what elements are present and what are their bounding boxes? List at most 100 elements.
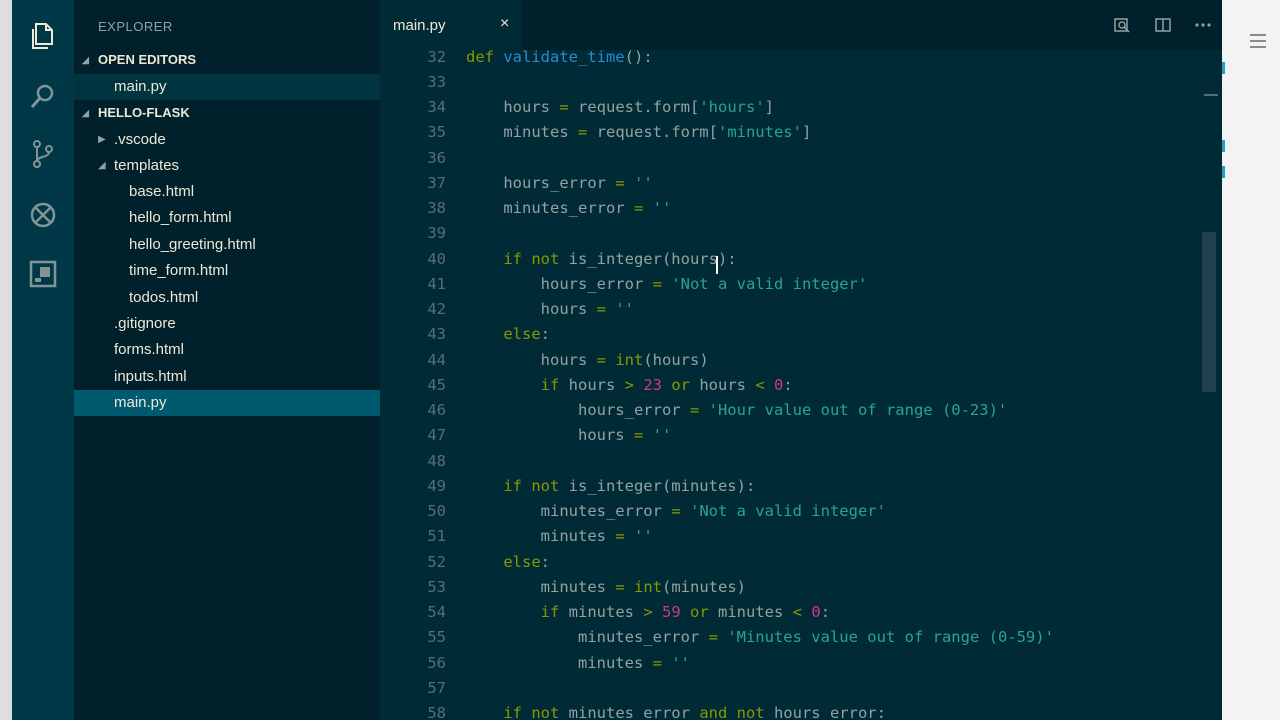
code-line[interactable]: 49 if not is_integer(minutes): <box>380 474 1222 499</box>
code-line[interactable]: 55 minutes_error = 'Minutes value out of… <box>380 625 1222 650</box>
code-text: hours = '' <box>466 423 671 448</box>
source-control-icon[interactable] <box>27 138 59 170</box>
code-token: or <box>680 603 718 621</box>
code-token: hours <box>466 350 597 369</box>
code-line[interactable]: 58 if not minutes_error and not hours_er… <box>380 701 1222 720</box>
code-token: hours <box>466 426 634 445</box>
code-line[interactable]: 34 hours = request.form['hours'] <box>380 95 1222 120</box>
code-line[interactable]: 42 hours = '' <box>380 297 1222 322</box>
project-header[interactable]: ◢ HELLO-FLASK <box>74 102 380 124</box>
code-editor[interactable]: 32 def validate_time(): 33 34 hours = reque… <box>380 48 1222 720</box>
code-line[interactable]: 43 else: <box>380 322 1222 347</box>
code-line[interactable]: 37 hours_error = '' <box>380 171 1222 196</box>
code-line[interactable]: 32 def validate_time(): <box>380 45 1222 70</box>
background-marker <box>1222 166 1225 178</box>
vscode-window: EXPLORER ◢ OPEN EDITORS main.py ◢ HELLO-… <box>12 0 1222 720</box>
close-icon[interactable]: × <box>500 15 509 33</box>
code-line[interactable]: 44 hours = int(hours) <box>380 348 1222 373</box>
code-token: or <box>662 375 700 394</box>
code-line[interactable]: 47 hours = '' <box>380 423 1222 448</box>
debug-icon[interactable] <box>27 199 59 231</box>
code-token: > <box>643 603 653 621</box>
tree-item-vscode[interactable]: ▶ .vscode <box>74 127 380 153</box>
code-text: minutes = int(minutes) <box>466 575 746 600</box>
code-line[interactable]: 40 if not is_integer(hours): <box>380 247 1222 272</box>
code-token: minutes <box>466 653 653 672</box>
background-marker <box>1222 140 1225 152</box>
line-number: 45 <box>427 375 446 394</box>
code-line[interactable]: 38 minutes_error = '' <box>380 196 1222 221</box>
code-line[interactable]: 41 hours_error = 'Not a valid integer' <box>380 272 1222 297</box>
tree-item-forms-html[interactable]: forms.html <box>74 337 380 363</box>
tree-item-label: inputs.html <box>114 368 187 385</box>
tree-item-hello-greeting-html[interactable]: hello_greeting.html <box>74 232 380 258</box>
open-editor-item[interactable]: main.py <box>74 74 380 100</box>
code-text: else: <box>466 550 550 575</box>
tree-item-inputs-html[interactable]: inputs.html <box>74 364 380 390</box>
editor-scrollbar[interactable] <box>1202 232 1216 392</box>
code-line[interactable]: 45 if hours > 23 or hours < 0: <box>380 373 1222 398</box>
line-number: 46 <box>427 401 446 419</box>
more-actions-icon[interactable] <box>1194 16 1212 39</box>
code-line[interactable]: 52 else: <box>380 550 1222 575</box>
code-token: (): <box>624 47 653 66</box>
code-line[interactable]: 51 minutes = '' <box>380 524 1222 549</box>
explorer-sidebar: EXPLORER ◢ OPEN EDITORS main.py ◢ HELLO-… <box>74 0 380 720</box>
code-token: 0 <box>774 375 784 394</box>
code-token: hours <box>568 375 625 394</box>
tree-item-label: .gitignore <box>114 315 176 332</box>
code-line[interactable]: 53 minutes = int(minutes) <box>380 575 1222 600</box>
tree-item-hello-form-html[interactable]: hello_form.html <box>74 205 380 231</box>
code-line[interactable]: 56 minutes = '' <box>380 651 1222 676</box>
open-editors-header[interactable]: ◢ OPEN EDITORS <box>74 49 380 71</box>
tree-item-gitignore[interactable]: .gitignore <box>74 311 380 337</box>
tree-item-templates[interactable]: ◢ templates <box>74 153 380 179</box>
code-line[interactable]: 33 <box>380 70 1222 95</box>
code-line[interactable]: 35 minutes = request.form['minutes'] <box>380 120 1222 145</box>
code-line[interactable]: 39 <box>380 221 1222 246</box>
line-number: 50 <box>427 502 446 520</box>
files-icon[interactable] <box>27 20 59 52</box>
open-editor-label: main.py <box>114 78 167 95</box>
code-token: hours <box>466 98 560 116</box>
code-token: request.form[ <box>587 123 718 142</box>
tree-item-todos-html[interactable]: todos.html <box>74 285 380 311</box>
line-number: 37 <box>427 173 446 192</box>
open-preview-icon[interactable] <box>1113 16 1131 39</box>
tree-item-label: time_form.html <box>129 262 229 279</box>
code-line[interactable]: 57 <box>380 676 1222 701</box>
hamburger-menu-icon <box>1250 34 1266 48</box>
code-token: hours_error <box>466 274 653 293</box>
code-text: minutes = '' <box>466 524 653 549</box>
tree-item-label: .vscode <box>114 131 166 148</box>
code-line[interactable]: 54 if minutes > 59 or minutes < 0: <box>380 600 1222 625</box>
code-text: minutes_error = 'Not a valid integer' <box>466 499 886 524</box>
code-token: (hours) <box>643 350 709 369</box>
code-token: if <box>466 375 569 394</box>
code-text: def validate_time(): <box>466 45 653 70</box>
code-token: < <box>792 603 802 621</box>
code-line[interactable]: 46 hours_error = 'Hour value out of rang… <box>380 398 1222 423</box>
extensions-icon[interactable] <box>27 258 59 290</box>
tab-main-py[interactable]: main.py × <box>380 0 522 50</box>
tree-item-time-form-html[interactable]: time_form.html <box>74 258 380 284</box>
split-editor-icon[interactable] <box>1154 16 1172 39</box>
code-line[interactable]: 48 <box>380 449 1222 474</box>
code-token: if <box>466 603 569 621</box>
tree-item-base-html[interactable]: base.html <box>74 179 380 205</box>
code-line[interactable]: 50 minutes_error = 'Not a valid integer' <box>380 499 1222 524</box>
search-icon[interactable] <box>27 80 59 112</box>
code-token: request.form[ <box>568 98 700 116</box>
code-token: if not <box>466 249 569 268</box>
code-token: minutes <box>466 527 616 546</box>
tree-item-main-py[interactable]: main.py <box>74 390 380 416</box>
code-line[interactable]: 36 <box>380 146 1222 171</box>
code-token: else <box>466 325 541 344</box>
code-token: hours_error <box>466 173 616 192</box>
line-number: 41 <box>427 274 446 293</box>
